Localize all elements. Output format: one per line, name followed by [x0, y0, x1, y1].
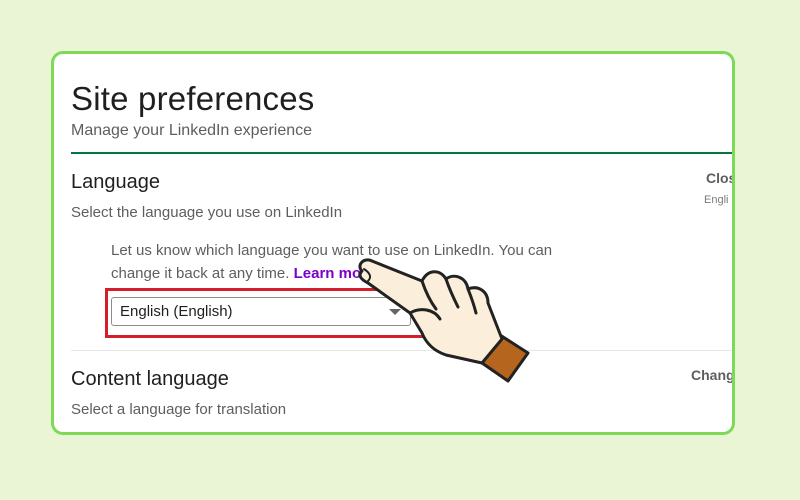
- language-section-title: Language: [71, 171, 160, 193]
- content-language-change-link[interactable]: Chang: [691, 367, 732, 383]
- header-divider: [71, 152, 732, 154]
- pointing-hand-icon: [350, 243, 530, 388]
- language-select-value: English (English): [120, 303, 233, 320]
- language-close-link[interactable]: Clos: [706, 170, 732, 186]
- page-subtitle: Manage your LinkedIn experience: [71, 122, 313, 139]
- page-title: Site preferences: [71, 80, 315, 117]
- content-language-section-title: Content language: [71, 368, 229, 390]
- language-current-value: Engli: [704, 194, 729, 206]
- content-language-section-description: Select a language for translation: [71, 401, 287, 418]
- language-section-description: Select the language you use on LinkedIn: [71, 204, 343, 221]
